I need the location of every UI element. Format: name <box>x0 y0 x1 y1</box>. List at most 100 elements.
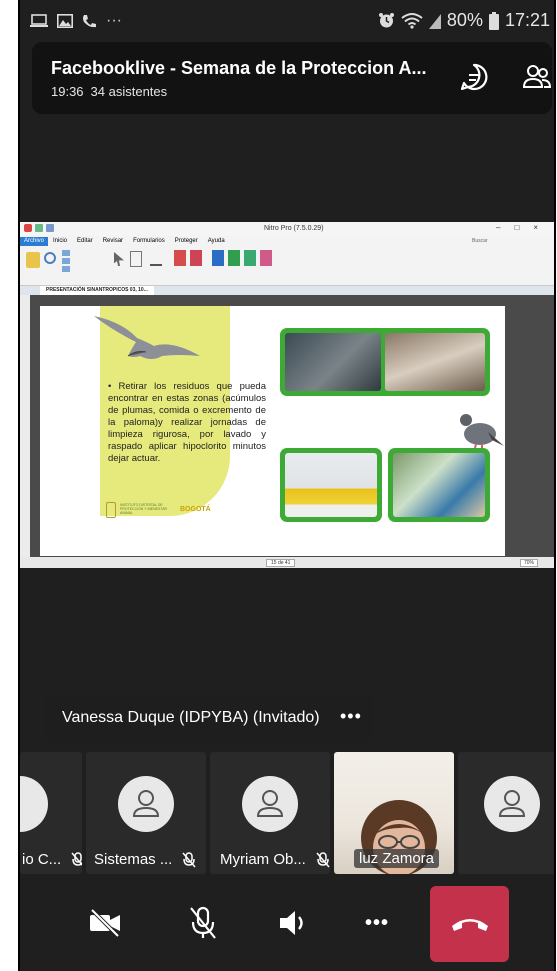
camera-toggle-button[interactable] <box>78 888 132 958</box>
people-icon <box>522 65 552 88</box>
combine-icon[interactable] <box>190 250 202 266</box>
participant-name: Sistemas ... <box>94 851 173 868</box>
print-icon[interactable] <box>46 224 54 232</box>
pdf-create-icon[interactable] <box>174 250 186 266</box>
person-icon <box>498 790 526 817</box>
menu-tab-inicio[interactable]: Inicio <box>48 237 72 246</box>
mic-muted-icon <box>316 851 330 867</box>
photo-frame-bottom <box>280 448 382 522</box>
alarm-icon <box>378 13 394 28</box>
participant-name: luz Zamora <box>359 850 435 867</box>
more-options-button[interactable]: ••• <box>350 888 404 958</box>
clock: 17:21 <box>504 10 550 30</box>
participant-tile[interactable]: Myriam Ob... <box>210 752 330 874</box>
menu-tab-editar[interactable]: Editar <box>72 237 98 246</box>
call-controls: ••• <box>20 876 554 971</box>
document-tab-label: PRESENTACIÓN SINANTROPICOS 03, 10... <box>46 287 148 293</box>
edit-text-icon[interactable] <box>130 251 142 267</box>
speaker-more-button[interactable]: ••• <box>340 706 362 727</box>
participant-name: Myriam Ob... <box>220 851 306 868</box>
slide-bullet-text: • Retirar los residuos que pueda encontr… <box>108 381 266 464</box>
participant-tile[interactable]: io C... <box>20 752 82 874</box>
mic-muted-icon <box>71 851 82 866</box>
speaker-button[interactable] <box>266 888 320 958</box>
phone-screen: ··· 80% 17:21 Facebooklive - Semana de l… <box>18 0 556 971</box>
menu-tab-formularios[interactable]: Formularios <box>128 237 170 246</box>
page-indicator[interactable]: 15 de 41 <box>266 559 296 567</box>
footer-city-name: BOGOTÁ <box>180 506 211 513</box>
participants-strip: io C... Sistemas ... Myriam Ob... luz Za… <box>20 752 554 874</box>
participant-video-tile[interactable]: luz Zamora <box>334 752 454 874</box>
sign-icon[interactable] <box>150 252 162 266</box>
pdf-titlebar: Nitro Pro (7.5.0.29) –□× <box>20 222 554 236</box>
status-more-dots: ··· <box>106 12 122 29</box>
to-excel-icon[interactable] <box>228 250 240 266</box>
person-icon <box>132 790 160 817</box>
participant-tile[interactable] <box>458 752 554 874</box>
chat-button[interactable] <box>457 60 491 94</box>
avatar <box>484 776 540 832</box>
hang-up-icon <box>451 919 488 931</box>
to-other-icon[interactable] <box>260 250 272 266</box>
photo-frame-top <box>280 328 490 396</box>
menu-tab-revisar[interactable]: Revisar <box>98 237 128 246</box>
attic-beams-photo <box>385 333 485 391</box>
mic-muted-icon <box>182 851 196 867</box>
avatar <box>118 776 174 832</box>
app-logo-icon <box>24 224 32 232</box>
camera-off-icon <box>90 908 120 938</box>
mic-off-icon <box>190 906 216 939</box>
attendee-count: 34 asistentes <box>90 84 168 99</box>
phone-icon <box>83 14 96 27</box>
rotate-view-icon[interactable] <box>62 266 70 272</box>
menu-tab-archivo[interactable]: Archivo <box>20 237 49 246</box>
participant-tile[interactable]: Sistemas ... <box>86 752 206 874</box>
footer-org-name: INSTITUTO DISTRITAL DE PROTECCIÓN Y BIEN… <box>120 503 168 515</box>
hand-tool-icon[interactable] <box>26 252 40 268</box>
save-icon[interactable] <box>35 224 43 232</box>
pdf-tab-bar: PRESENTACIÓN SINANTROPICOS 03, 10... <box>20 286 554 295</box>
flying-pigeon-image <box>94 316 200 359</box>
video-name-pill: luz Zamora <box>354 849 440 868</box>
to-image-icon[interactable] <box>244 250 256 266</box>
app-title: Nitro Pro (7.5.0.29) <box>264 225 324 232</box>
menu-tabs: Archivo Inicio Editar Revisar Formulario… <box>20 237 230 246</box>
battery-percent: 80% <box>446 10 483 30</box>
fit-page-icon[interactable] <box>62 250 70 256</box>
wifi-icon <box>401 13 423 29</box>
pdf-statusbar: 15 de 41 70% <box>20 557 554 568</box>
window-controls: –□× <box>496 223 552 232</box>
shared-screen: Nitro Pro (7.5.0.29) –□× Archivo Inicio … <box>20 222 554 568</box>
zoom-tool-icon[interactable] <box>44 252 56 264</box>
meeting-header: Facebooklive - Semana de la Proteccion A… <box>32 42 552 114</box>
ribbon-tools <box>24 248 294 282</box>
menu-tab-ayuda[interactable]: Ayuda <box>203 237 230 246</box>
hang-up-button[interactable] <box>430 886 509 962</box>
meeting-duration: 19:36 <box>51 84 84 99</box>
pdf-ribbon: Archivo Inicio Editar Revisar Formulario… <box>20 236 554 286</box>
to-word-icon[interactable] <box>212 250 224 266</box>
person-icon <box>256 790 284 817</box>
pigeon-nest-photo <box>285 333 381 391</box>
battery-icon <box>488 11 499 30</box>
cleaning-products-photo <box>285 453 377 517</box>
participants-button[interactable] <box>520 60 554 94</box>
ribbon-search[interactable]: Buscar <box>472 238 488 244</box>
status-bar: ··· 80% 17:21 <box>20 0 554 38</box>
mic-toggle-button[interactable] <box>176 888 230 958</box>
active-speaker[interactable]: Vanessa Duque (IDPYBA) (Invitado) ••• <box>44 694 374 742</box>
meeting-info: 19:36 34 asistentes <box>51 84 167 99</box>
avatar <box>242 776 298 832</box>
zoom-level[interactable]: 70% <box>520 559 539 567</box>
avatar <box>20 776 48 832</box>
pdf-canvas: • Retirar los residuos que pueda encontr… <box>30 295 554 557</box>
slide: • Retirar los residuos que pueda encontr… <box>40 306 505 556</box>
document-tab[interactable]: PRESENTACIÓN SINANTROPICOS 03, 10... <box>40 286 154 295</box>
institution-seal-icon <box>106 502 116 518</box>
signal-icon <box>428 14 441 29</box>
menu-tab-proteger[interactable]: Proteger <box>170 237 203 246</box>
cleaning-action-photo <box>393 453 485 517</box>
select-tool-icon[interactable] <box>114 252 124 266</box>
footer-logos: INSTITUTO DISTRITAL DE PROTECCIÓN Y BIEN… <box>106 500 216 524</box>
fit-width-icon[interactable] <box>62 258 70 264</box>
